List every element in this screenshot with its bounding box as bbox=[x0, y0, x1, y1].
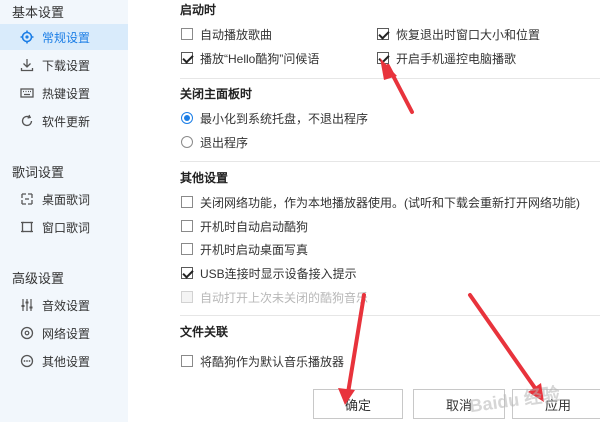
settings-window: 基本设置 常规设置 下载设置 热键设置 软件更新 歌词设置 桌面歌词 窗口歌词 … bbox=[0, 0, 600, 422]
annotation-arrow-phone-remote bbox=[380, 58, 414, 114]
annotation-arrows bbox=[338, 58, 544, 405]
annotation-arrow-ok bbox=[338, 293, 366, 405]
